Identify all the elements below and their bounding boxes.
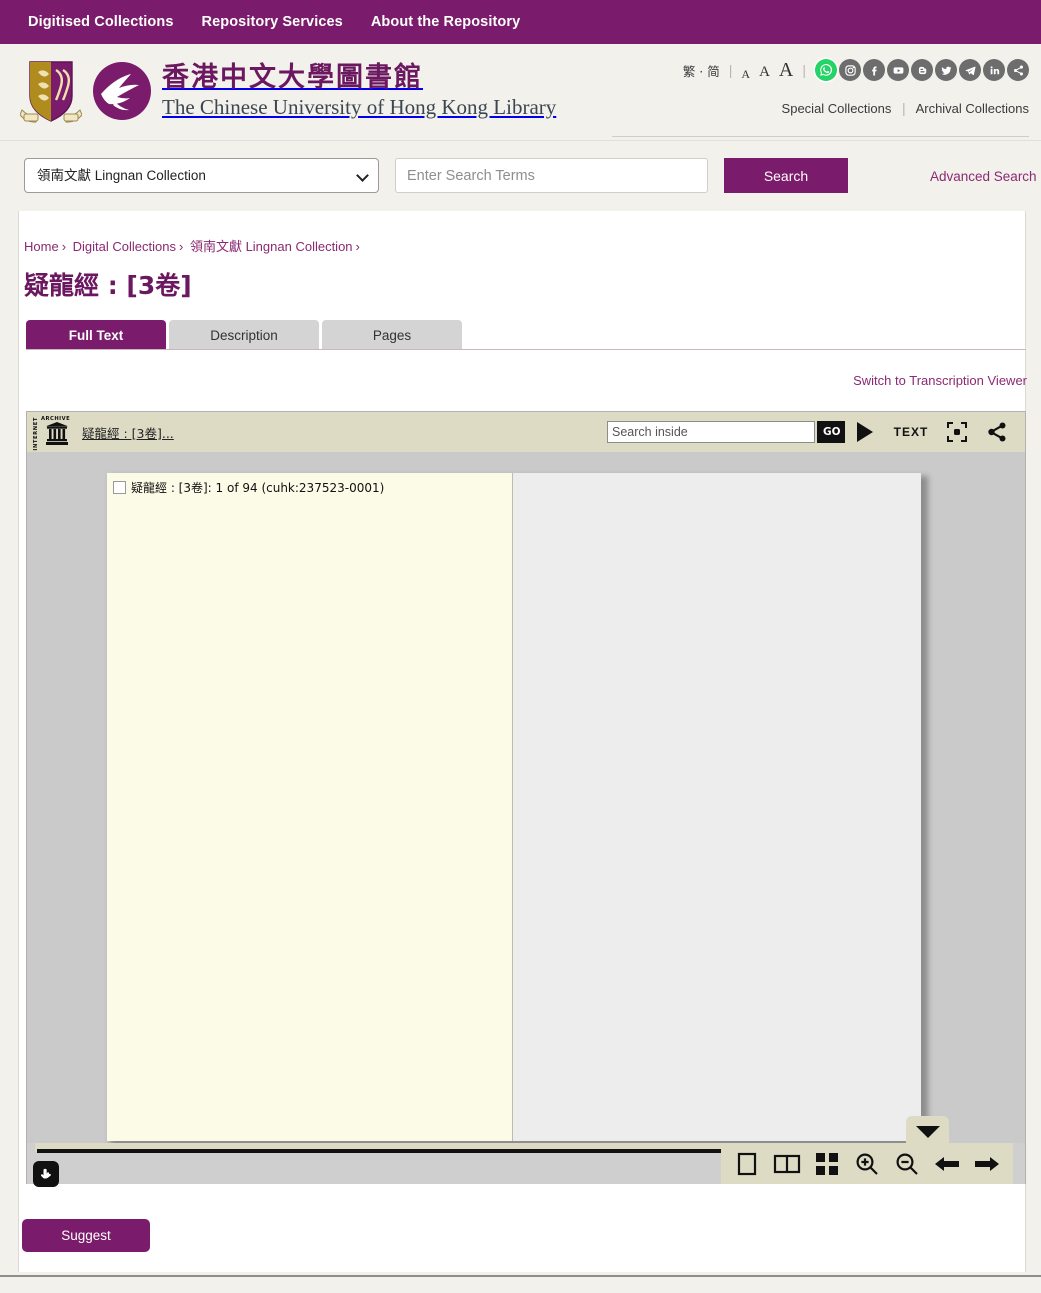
tab-pages[interactable]: Pages bbox=[322, 320, 462, 350]
collection-select-wrapper: 領南文獻 Lingnan Collection bbox=[24, 158, 379, 193]
fullscreen-icon[interactable] bbox=[937, 412, 977, 452]
share-icon[interactable] bbox=[977, 412, 1017, 452]
page-select-checkbox[interactable] bbox=[113, 481, 126, 494]
facebook-icon[interactable] bbox=[863, 59, 885, 81]
twitter-icon[interactable] bbox=[935, 59, 957, 81]
breadcrumb-separator-2: › bbox=[178, 239, 184, 254]
previous-page-icon[interactable] bbox=[927, 1143, 967, 1184]
bookreader-nav-controls bbox=[721, 1143, 1013, 1184]
text-mode-label: TEXT bbox=[893, 425, 929, 439]
page-title: 疑龍經 : [3卷] bbox=[24, 271, 192, 300]
page-label-text: 疑龍經 : [3卷]: 1 of 94 (cuhk:237523-0001) bbox=[131, 481, 385, 495]
font-size-small-button[interactable]: A bbox=[741, 68, 750, 80]
font-size-medium-button[interactable]: A bbox=[759, 65, 770, 80]
tab-full-text[interactable]: Full Text bbox=[26, 320, 166, 350]
zoom-in-icon[interactable] bbox=[847, 1143, 887, 1184]
brand-name-chinese: 香港中文大學圖書館 bbox=[162, 62, 423, 94]
instagram-icon[interactable] bbox=[839, 59, 861, 81]
youtube-icon[interactable] bbox=[887, 59, 909, 81]
utility-separator-1: | bbox=[728, 62, 733, 78]
linkedin-icon[interactable] bbox=[983, 59, 1005, 81]
suggest-button[interactable]: Suggest bbox=[22, 1219, 150, 1252]
bookreader-stage[interactable]: 疑龍經 : [3卷]: 1 of 94 (cuhk:237523-0001) bbox=[27, 452, 1025, 1143]
tabs-divider bbox=[26, 349, 1026, 350]
cuhk-crest-icon bbox=[19, 58, 83, 124]
share-icon[interactable] bbox=[1007, 59, 1029, 81]
font-size-large-button[interactable]: A bbox=[779, 60, 793, 80]
page-slider-track[interactable] bbox=[37, 1149, 749, 1153]
site-header: 香港中文大學圖書館 The Chinese University of Hong… bbox=[0, 44, 1041, 140]
text-mode-button[interactable]: TEXT bbox=[885, 412, 937, 452]
zoom-out-icon[interactable] bbox=[887, 1143, 927, 1184]
breadcrumb-separator-3: › bbox=[355, 239, 360, 254]
tab-list: Full Text Description Pages bbox=[26, 320, 462, 350]
next-page-icon[interactable] bbox=[967, 1143, 1007, 1184]
bookreader-toolbar: INTERNET ARCHIVE 疑龍經 : [3卷]... GO bbox=[27, 412, 1025, 452]
font-size-controls: A A A bbox=[741, 60, 793, 80]
one-page-view-icon[interactable] bbox=[727, 1143, 767, 1184]
nav-item-repository-services[interactable]: Repository Services bbox=[202, 14, 343, 30]
book-page-right[interactable] bbox=[513, 473, 921, 1141]
top-navigation-bar: Digitised Collections Repository Service… bbox=[0, 0, 1041, 44]
brand-name-english: The Chinese University of Hong Kong Libr… bbox=[162, 94, 557, 119]
search-inside-input[interactable] bbox=[607, 421, 815, 443]
bookreader: INTERNET ARCHIVE 疑龍經 : [3卷]... GO bbox=[26, 411, 1026, 1187]
ia-internet-text: INTERNET bbox=[33, 417, 39, 451]
bookreader-bottom-bar bbox=[27, 1116, 1025, 1187]
utility-separator-2: | bbox=[802, 62, 806, 78]
switch-to-transcription-viewer-link[interactable]: Switch to Transcription Viewer bbox=[853, 373, 1027, 388]
header-utility-bar: 繁 · 简 | A A A | bbox=[683, 56, 1029, 84]
advanced-search-link[interactable]: Advanced Search bbox=[930, 169, 1037, 184]
toggle-nav-chevron-down-icon[interactable] bbox=[906, 1116, 949, 1146]
breadcrumb-separator-1: › bbox=[61, 239, 67, 254]
page-root: Digitised Collections Repository Service… bbox=[0, 0, 1041, 1293]
tab-description[interactable]: Description bbox=[169, 320, 319, 350]
page-bottom-divider bbox=[0, 1275, 1041, 1277]
nav-item-about-the-repository[interactable]: About the Repository bbox=[371, 14, 520, 30]
bookreader-tools: GO TEXT bbox=[607, 412, 1017, 452]
whatsapp-icon[interactable] bbox=[815, 59, 837, 81]
blogger-icon[interactable] bbox=[911, 59, 933, 81]
two-page-view-icon[interactable] bbox=[767, 1143, 807, 1184]
collections-links: Special Collections | Archival Collectio… bbox=[782, 100, 1029, 116]
book-page-left[interactable]: 疑龍經 : [3卷]: 1 of 94 (cuhk:237523-0001) bbox=[107, 473, 513, 1141]
internet-archive-logo-icon[interactable]: INTERNET ARCHIVE bbox=[30, 414, 76, 451]
thumbnail-view-icon[interactable] bbox=[807, 1143, 847, 1184]
language-toggle[interactable]: 繁 · 简 bbox=[683, 61, 720, 80]
archival-collections-link[interactable]: Archival Collections bbox=[916, 101, 1029, 116]
collection-select[interactable]: 領南文獻 Lingnan Collection bbox=[24, 158, 379, 193]
ia-archive-text: ARCHIVE bbox=[41, 416, 71, 422]
play-icon[interactable] bbox=[845, 412, 885, 452]
search-input[interactable] bbox=[395, 158, 708, 193]
special-collections-link[interactable]: Special Collections bbox=[782, 101, 892, 116]
collections-separator: | bbox=[902, 100, 906, 116]
breadcrumb-item-digital-collections[interactable]: Digital Collections bbox=[73, 239, 176, 254]
breadcrumb-item-lingnan-collection[interactable]: 領南文獻 Lingnan Collection bbox=[190, 239, 353, 254]
page-label: 疑龍經 : [3卷]: 1 of 94 (cuhk:237523-0001) bbox=[113, 479, 384, 496]
cuhk-bird-logo-icon bbox=[91, 60, 153, 122]
telegram-icon[interactable] bbox=[959, 59, 981, 81]
page-slider-handle[interactable] bbox=[33, 1161, 59, 1187]
book-spread: 疑龍經 : [3卷]: 1 of 94 (cuhk:237523-0001) bbox=[107, 473, 921, 1141]
breadcrumb-item-home[interactable]: Home bbox=[24, 239, 59, 254]
search-button[interactable]: Search bbox=[724, 158, 848, 193]
search-inside-go-button[interactable]: GO bbox=[817, 421, 845, 443]
bookreader-title-link[interactable]: 疑龍經 : [3卷]... bbox=[82, 423, 174, 442]
nav-item-digitised-collections[interactable]: Digitised Collections bbox=[28, 14, 174, 30]
breadcrumb: Home › Digital Collections › 領南文獻 Lingnan … bbox=[24, 236, 363, 255]
header-divider bbox=[612, 136, 1029, 137]
site-logo[interactable]: 香港中文大學圖書館 The Chinese University of Hong… bbox=[19, 58, 557, 124]
social-links bbox=[815, 59, 1029, 81]
